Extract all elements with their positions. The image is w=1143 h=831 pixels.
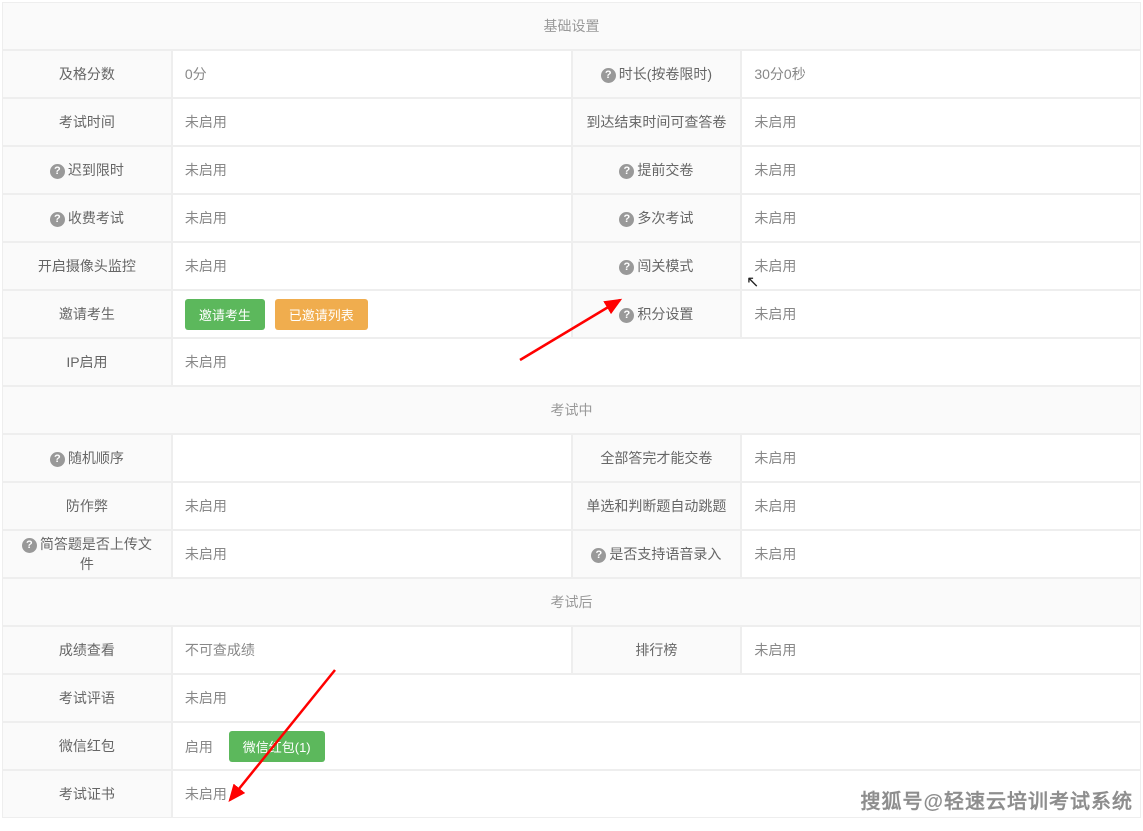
invite-button[interactable]: 邀请考生 [185, 299, 265, 330]
row-camera: 开启摄像头监控 未启用 ?闯关模式 未启用 [2, 242, 1141, 290]
label: 成绩查看 [59, 642, 115, 658]
label: 随机顺序 [68, 450, 124, 466]
value: 未启用 [185, 114, 227, 130]
value: 未启用 [754, 258, 796, 274]
row-exam-time: 考试时间 未启用 到达结束时间可查答卷 未启用 [2, 98, 1141, 146]
value: 未启用 [754, 498, 796, 514]
value: 未启用 [185, 498, 227, 514]
value: 未启用 [185, 546, 227, 562]
label: 排行榜 [635, 642, 677, 658]
help-icon[interactable]: ? [619, 308, 634, 323]
label: 全部答完才能交卷 [600, 450, 712, 466]
row-late-limit: ?迟到限时 未启用 ?提前交卷 未启用 [2, 146, 1141, 194]
row-ip-enable: IP启用 未启用 [2, 338, 1141, 386]
label: 迟到限时 [68, 162, 124, 178]
value: 未启用 [754, 114, 796, 130]
row-invite: 邀请考生 邀请考生 已邀请列表 ?积分设置 未启用 [2, 290, 1141, 338]
row-paid-exam: ?收费考试 未启用 ?多次考试 未启用 [2, 194, 1141, 242]
value: 未启用 [185, 354, 227, 370]
help-icon[interactable]: ? [619, 164, 634, 179]
label: 开启摄像头监控 [38, 258, 136, 274]
value: 未启用 [754, 546, 796, 562]
row-comment: 考试评语 未启用 [2, 674, 1141, 722]
row-anti-cheat: 防作弊 未启用 单选和判断题自动跳题 未启用 [2, 482, 1141, 530]
row-pass-score: 及格分数 0分 ?时长(按卷限时) 30分0秒 [2, 50, 1141, 98]
section-header-during: 考试中 [2, 386, 1141, 434]
label: 单选和判断题自动跳题 [586, 498, 726, 514]
value: 未启用 [185, 162, 227, 178]
label: 积分设置 [637, 306, 693, 322]
value: 未启用 [185, 786, 227, 802]
settings-table: 基础设置 及格分数 0分 ?时长(按卷限时) 30分0秒 考试时间 未启用 到达… [2, 2, 1141, 818]
label: 是否支持语音录入 [609, 546, 721, 562]
label: 多次考试 [637, 210, 693, 226]
help-icon[interactable]: ? [591, 548, 606, 563]
wechat-hongbao-button[interactable]: 微信红包(1) [229, 731, 325, 762]
value: 未启用 [754, 642, 796, 658]
help-icon[interactable]: ? [601, 68, 616, 83]
row-upload-file: ?简答题是否上传文件 未启用 ?是否支持语音录入 未启用 [2, 530, 1141, 578]
help-icon[interactable]: ? [22, 538, 37, 553]
label: 微信红包 [59, 738, 115, 754]
help-icon[interactable]: ? [619, 212, 634, 227]
value: 未启用 [754, 210, 796, 226]
value: 未启用 [754, 306, 796, 322]
label: 考试评语 [59, 690, 115, 706]
help-icon[interactable]: ? [619, 260, 634, 275]
label: IP启用 [66, 354, 107, 370]
value: 未启用 [754, 162, 796, 178]
label: 闯关模式 [637, 258, 693, 274]
help-icon[interactable]: ? [50, 212, 65, 227]
label: 到达结束时间可查答卷 [586, 114, 726, 130]
label: 邀请考生 [59, 306, 115, 322]
cursor-icon: ↖ [746, 272, 759, 292]
label: 提前交卷 [637, 162, 693, 178]
help-icon[interactable]: ? [50, 164, 65, 179]
value: 30分0秒 [754, 66, 805, 82]
label: 考试证书 [59, 786, 115, 802]
section-header-basic: 基础设置 [2, 2, 1141, 50]
value: 未启用 [185, 210, 227, 226]
watermark-text: 搜狐号@轻速云培训考试系统 [860, 785, 1133, 814]
row-score-view: 成绩查看 不可查成绩 排行榜 未启用 [2, 626, 1141, 674]
value: 未启用 [185, 258, 227, 274]
value: 未启用 [754, 450, 796, 466]
value: 启用 [185, 739, 213, 755]
label: 考试时间 [59, 114, 115, 130]
value: 未启用 [185, 690, 227, 706]
label: 时长(按卷限时) [619, 66, 712, 82]
section-header-after: 考试后 [2, 578, 1141, 626]
label: 及格分数 [59, 66, 115, 82]
label: 防作弊 [66, 498, 108, 514]
value: 0分 [185, 66, 207, 82]
invited-list-button[interactable]: 已邀请列表 [275, 299, 368, 330]
value: 不可查成绩 [185, 642, 255, 658]
label: 简答题是否上传文件 [40, 536, 152, 572]
row-wechat-hongbao: 微信红包 启用 微信红包(1) [2, 722, 1141, 770]
help-icon[interactable]: ? [50, 452, 65, 467]
row-random-order: ?随机顺序 全部答完才能交卷 未启用 [2, 434, 1141, 482]
label: 收费考试 [68, 210, 124, 226]
